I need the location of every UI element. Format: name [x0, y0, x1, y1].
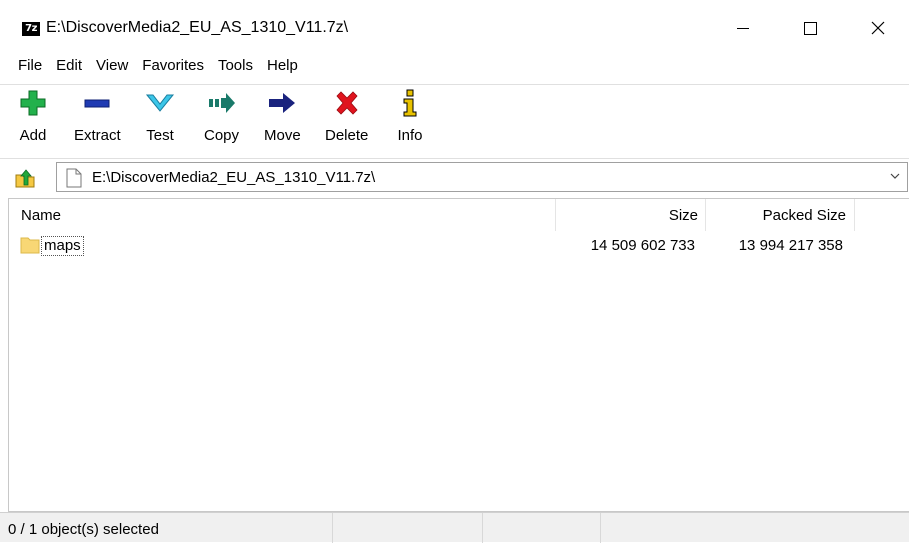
- column-header-name[interactable]: Name: [9, 199, 555, 231]
- delete-button[interactable]: Delete: [325, 86, 368, 144]
- item-name: maps: [41, 236, 84, 256]
- menu-edit[interactable]: Edit: [51, 55, 87, 81]
- menu-favorites[interactable]: Favorites: [137, 55, 209, 81]
- file-icon: [66, 168, 82, 188]
- menu-view[interactable]: View: [91, 55, 133, 81]
- archive-window: 7z E:\DiscoverMedia2_EU_AS_1310_V11.7z\ …: [0, 0, 909, 543]
- copy-label: Copy: [204, 127, 240, 144]
- app-icon: 7z: [22, 22, 40, 36]
- status-divider: [600, 513, 601, 543]
- move-icon: [269, 93, 296, 113]
- move-button[interactable]: Move: [264, 86, 301, 144]
- title-bar: 7z E:\DiscoverMedia2_EU_AS_1310_V11.7z\: [0, 0, 909, 52]
- up-folder-button[interactable]: [14, 167, 36, 189]
- extract-label: Extract: [74, 127, 121, 144]
- list-item[interactable]: maps 14 509 602 733 13 994 217 358: [9, 233, 909, 259]
- column-header-packed-size[interactable]: Packed Size: [705, 199, 855, 231]
- menu-tools[interactable]: Tools: [213, 55, 258, 81]
- close-icon: [871, 21, 885, 35]
- column-packed-size-label: Packed Size: [762, 207, 846, 224]
- test-icon: [145, 94, 175, 112]
- copy-icon: [208, 93, 235, 113]
- column-header-size[interactable]: Size: [555, 199, 706, 231]
- menu-divider: [0, 84, 909, 85]
- status-bar: 0 / 1 object(s) selected: [0, 512, 909, 543]
- delete-icon: [336, 91, 358, 115]
- item-size: 14 509 602 733: [590, 237, 695, 254]
- copy-button[interactable]: Copy: [204, 86, 239, 144]
- menu-help[interactable]: Help: [262, 55, 303, 81]
- maximize-button[interactable]: [787, 10, 833, 46]
- status-selection: 0 / 1 object(s) selected: [8, 521, 159, 538]
- close-button[interactable]: [855, 10, 901, 46]
- info-icon: [403, 89, 417, 117]
- toolbar-divider: [0, 158, 909, 159]
- menu-file[interactable]: File: [13, 55, 47, 81]
- folder-up-icon: [15, 169, 35, 188]
- test-label: Test: [146, 127, 174, 144]
- add-button[interactable]: Add: [18, 86, 48, 144]
- minimize-icon: [737, 27, 749, 29]
- path-combobox[interactable]: E:\DiscoverMedia2_EU_AS_1310_V11.7z\: [56, 162, 908, 192]
- delete-label: Delete: [325, 127, 369, 144]
- status-divider: [332, 513, 333, 543]
- toolbar: Add Extract Test Copy Move Delete Info: [0, 86, 909, 156]
- address-bar: E:\DiscoverMedia2_EU_AS_1310_V11.7z\: [0, 160, 909, 194]
- maximize-icon: [803, 21, 817, 35]
- add-icon: [20, 90, 46, 116]
- file-list[interactable]: Name Size Packed Size maps 14 509 602 73…: [8, 198, 909, 512]
- status-divider: [482, 513, 483, 543]
- extract-icon: [84, 99, 110, 108]
- test-button[interactable]: Test: [145, 86, 175, 144]
- folder-icon: [20, 237, 40, 254]
- chevron-down-icon[interactable]: [889, 170, 901, 182]
- item-packed-size: 13 994 217 358: [738, 237, 843, 254]
- menu-bar: File Edit View Favorites Tools Help: [0, 55, 909, 81]
- info-button[interactable]: Info: [395, 86, 425, 144]
- add-label: Add: [19, 127, 47, 144]
- info-label: Info: [397, 127, 423, 144]
- path-text: E:\DiscoverMedia2_EU_AS_1310_V11.7z\: [92, 169, 376, 186]
- column-size-label: Size: [668, 207, 698, 224]
- extract-button[interactable]: Extract: [74, 86, 121, 144]
- column-name-label: Name: [21, 207, 62, 224]
- minimize-button[interactable]: [720, 10, 766, 46]
- window-title: E:\DiscoverMedia2_EU_AS_1310_V11.7z\: [46, 19, 349, 36]
- move-label: Move: [264, 127, 301, 144]
